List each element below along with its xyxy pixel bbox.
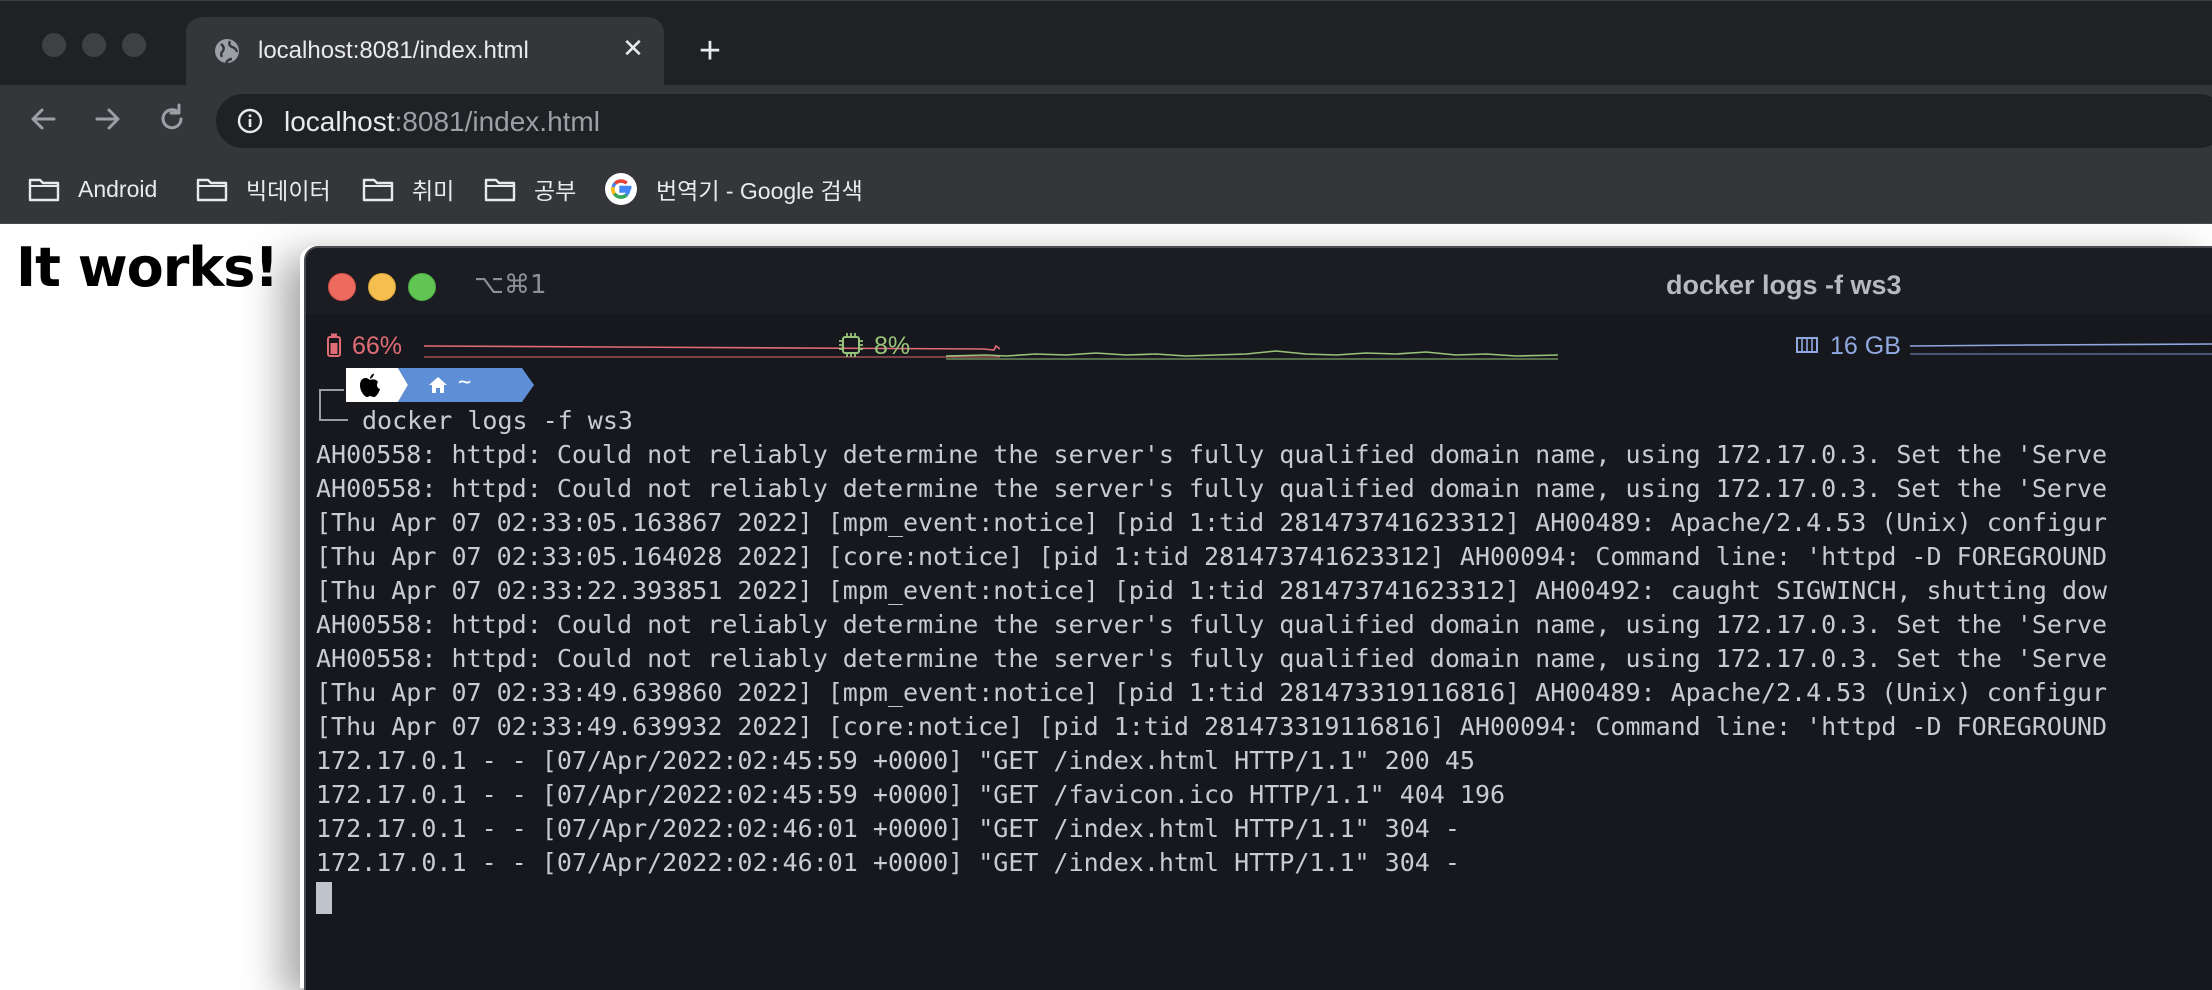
terminal-window[interactable]: ⌥⌘1 docker logs -f ws3 66% 8% 16 GB ~ do… bbox=[304, 246, 2212, 990]
terminal-status-bar: 66% 8% 16 GB bbox=[306, 328, 2212, 364]
terminal-titlebar[interactable]: ⌥⌘1 docker logs -f ws3 bbox=[306, 248, 2212, 314]
battery-icon bbox=[327, 333, 341, 357]
log-line: [Thu Apr 07 02:33:05.164028 2022] [core:… bbox=[316, 542, 2108, 571]
battery-sparkline bbox=[424, 344, 1000, 358]
bookmark-translator[interactable]: 번역기 - Google 검색 bbox=[604, 167, 863, 211]
window-minimize-button[interactable] bbox=[82, 33, 106, 57]
google-icon bbox=[605, 173, 637, 205]
log-line: [Thu Apr 07 02:33:49.639860 2022] [mpm_e… bbox=[316, 678, 2108, 707]
terminal-minimize-button[interactable] bbox=[368, 273, 396, 301]
log-line: AH00558: httpd: Could not reliably deter… bbox=[316, 440, 2108, 469]
folder-icon bbox=[28, 178, 60, 202]
folder-icon bbox=[484, 178, 516, 202]
window-zoom-button[interactable] bbox=[122, 33, 146, 57]
log-line: [Thu Apr 07 02:33:05.163867 2022] [mpm_e… bbox=[316, 508, 2108, 537]
bookmark-label: 빅데이터 bbox=[246, 178, 331, 204]
folder-icon bbox=[362, 178, 394, 202]
memory-value: 16 GB bbox=[1830, 332, 1901, 360]
log-line: 172.17.0.1 - - [07/Apr/2022:02:46:01 +00… bbox=[316, 848, 1460, 877]
bookmark-study[interactable]: 공부 bbox=[484, 167, 576, 211]
log-line: 172.17.0.1 - - [07/Apr/2022:02:46:01 +00… bbox=[316, 814, 1460, 843]
cpu-value: 8% bbox=[874, 332, 911, 360]
close-icon[interactable]: ✕ bbox=[618, 33, 648, 63]
prompt-connector bbox=[319, 389, 348, 421]
terminal-zoom-button[interactable] bbox=[408, 273, 436, 301]
apple-icon bbox=[360, 373, 380, 397]
log-output: AH00558: httpd: Could not reliably deter… bbox=[316, 438, 2107, 880]
info-icon[interactable] bbox=[236, 107, 264, 135]
memory-sparkline bbox=[1910, 343, 2212, 355]
browser-toolbar: localhost:8081/index.html bbox=[0, 85, 2212, 157]
plus-icon[interactable]: + bbox=[690, 31, 730, 71]
battery-value: 66% bbox=[352, 332, 403, 360]
browser-tab[interactable]: localhost:8081/index.html ✕ bbox=[186, 17, 664, 87]
window-close-button[interactable] bbox=[42, 33, 66, 57]
bookmark-bigdata[interactable]: 빅데이터 bbox=[196, 167, 331, 211]
url-text[interactable]: localhost:8081/index.html bbox=[284, 106, 600, 138]
bookmark-android[interactable]: Android bbox=[28, 167, 157, 211]
log-line: [Thu Apr 07 02:33:49.639932 2022] [core:… bbox=[316, 712, 2108, 741]
reload-icon[interactable] bbox=[150, 97, 194, 141]
terminal-title: docker logs -f ws3 bbox=[1666, 270, 1902, 300]
cpu-sparkline bbox=[946, 350, 1558, 360]
prompt-path: ~ bbox=[458, 370, 472, 395]
log-line: AH00558: httpd: Could not reliably deter… bbox=[316, 644, 2108, 673]
folder-icon bbox=[196, 178, 228, 202]
tab-title: localhost:8081/index.html bbox=[258, 37, 529, 64]
log-line: AH00558: httpd: Could not reliably deter… bbox=[316, 474, 2108, 503]
bookmark-label: 취미 bbox=[412, 178, 455, 204]
globe-icon bbox=[215, 39, 239, 64]
terminal-shortcut: ⌥⌘1 bbox=[474, 270, 547, 300]
bookmarks-bar: Android 빅데이터 취미 공부 번역기 - Google 검색 bbox=[0, 157, 2212, 224]
memory-icon bbox=[1796, 337, 1818, 353]
arrow-right-icon[interactable] bbox=[85, 97, 129, 141]
home-icon bbox=[429, 377, 447, 393]
terminal-close-button[interactable] bbox=[328, 273, 356, 301]
log-line: 172.17.0.1 - - [07/Apr/2022:02:45:59 +00… bbox=[316, 746, 1475, 775]
address-bar[interactable]: localhost:8081/index.html bbox=[216, 94, 2212, 148]
log-line: 172.17.0.1 - - [07/Apr/2022:02:45:59 +00… bbox=[316, 780, 1506, 809]
command-line: docker logs -f ws3 bbox=[362, 406, 633, 435]
bookmark-label: 번역기 - Google 검색 bbox=[656, 178, 863, 204]
arrow-left-icon[interactable] bbox=[22, 97, 66, 141]
cpu-icon bbox=[839, 333, 863, 357]
terminal-cursor bbox=[316, 882, 332, 914]
page-heading: It works! bbox=[16, 236, 279, 299]
bookmark-hobby[interactable]: 취미 bbox=[362, 167, 454, 211]
browser-tabstrip: localhost:8081/index.html ✕ + bbox=[0, 0, 2212, 87]
bookmark-label: 공부 bbox=[534, 178, 577, 204]
bookmark-label: Android bbox=[78, 175, 158, 202]
log-line: AH00558: httpd: Could not reliably deter… bbox=[316, 610, 2108, 639]
log-line: [Thu Apr 07 02:33:22.393851 2022] [mpm_e… bbox=[316, 576, 2108, 605]
